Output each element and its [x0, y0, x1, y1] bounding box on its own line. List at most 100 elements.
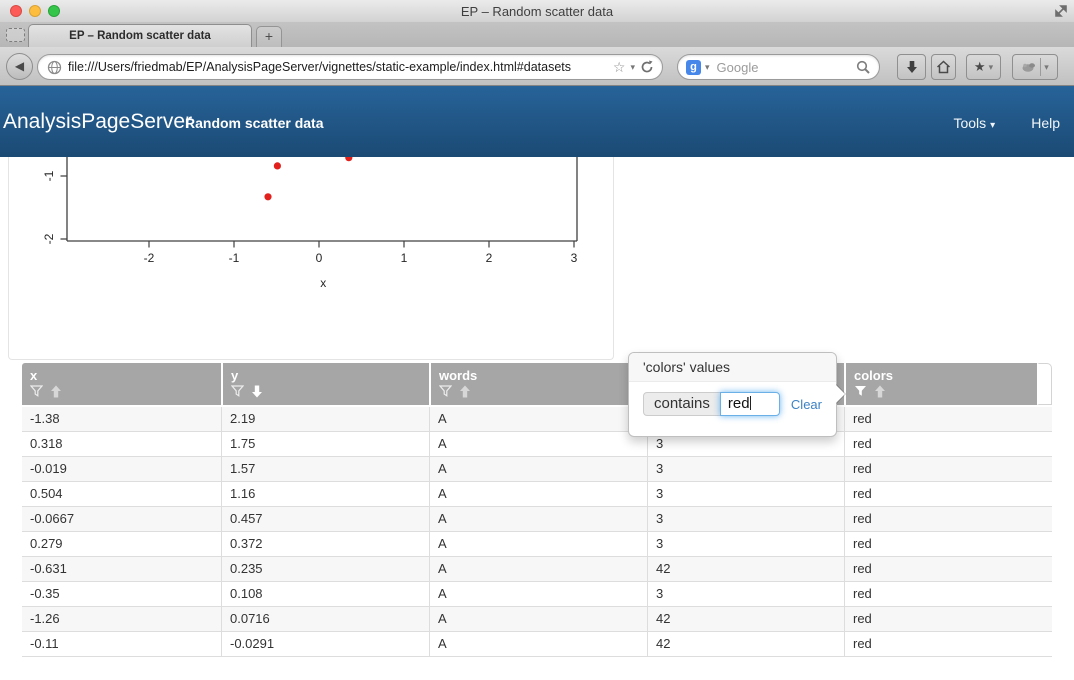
text-cursor — [750, 396, 751, 410]
url-bar[interactable]: file:///Users/friedmab/EP/AnalysisPageSe… — [37, 54, 663, 80]
filter-icon[interactable] — [439, 385, 452, 397]
browser-tab[interactable]: EP – Random scatter data — [28, 24, 252, 47]
cell: red — [844, 607, 1037, 631]
bookmark-star-icon[interactable]: ☆ — [613, 59, 626, 76]
back-button[interactable]: ◀ — [6, 53, 33, 80]
filter-icon[interactable] — [231, 385, 244, 397]
url-text[interactable]: file:///Users/friedmab/EP/AnalysisPageSe… — [68, 60, 608, 74]
cell: 0.0716 — [221, 607, 429, 631]
search-icon[interactable] — [856, 60, 871, 75]
cell: A — [429, 407, 647, 431]
row-spacer — [1037, 482, 1052, 506]
data-point — [274, 162, 281, 169]
column-header-y[interactable]: y — [221, 363, 429, 405]
svg-text:1: 1 — [401, 251, 408, 265]
header-spacer — [1037, 363, 1052, 405]
plot-panel: -2-10123-1-2x — [8, 157, 614, 360]
filter-icon[interactable] — [30, 385, 43, 397]
cell: A — [429, 532, 647, 556]
help-menu[interactable]: Help — [1031, 115, 1060, 131]
app-navbar: AnalysisPageServer Random scatter data T… — [0, 86, 1074, 157]
svg-text:-2: -2 — [144, 251, 155, 265]
sort-up-icon[interactable] — [50, 385, 62, 398]
window-titlebar[interactable]: EP – Random scatter data — [0, 0, 1074, 22]
addon-caret-icon[interactable]: ▾ — [1044, 62, 1049, 73]
url-dropdown-caret-icon[interactable]: ▾ — [630, 62, 635, 73]
google-favicon: g — [686, 60, 701, 75]
table-row: 0.5041.16A3red — [22, 482, 1052, 507]
downloads-button[interactable] — [897, 54, 926, 80]
column-header-colors[interactable]: colors — [844, 363, 1037, 405]
bookmarks-caret-icon: ▾ — [989, 62, 994, 73]
filter-popover: 'colors' values contains red Clear — [628, 352, 837, 437]
window-title: EP – Random scatter data — [0, 4, 1074, 19]
cell: 1.75 — [221, 432, 429, 456]
addon-button[interactable]: ▾ — [1012, 54, 1058, 80]
cell: -1.38 — [22, 407, 221, 431]
search-engine-caret-icon[interactable]: ▾ — [705, 62, 710, 73]
cell: 3 — [647, 582, 844, 606]
cell: red — [844, 632, 1037, 656]
bookmarks-button[interactable]: ★ ▾ — [966, 54, 1001, 80]
svg-text:0: 0 — [316, 251, 323, 265]
cell: red — [844, 507, 1037, 531]
search-input[interactable]: Google — [717, 60, 856, 75]
table-header-row: x y words colors — [22, 363, 1052, 405]
cell: -0.11 — [22, 632, 221, 656]
new-tab-button[interactable]: + — [256, 26, 282, 47]
download-icon — [905, 60, 919, 74]
cell: 42 — [647, 607, 844, 631]
app-brand[interactable]: AnalysisPageServer — [3, 110, 192, 134]
cell: red — [844, 407, 1037, 431]
table-row: -0.11-0.0291A42red — [22, 632, 1052, 657]
row-spacer — [1037, 407, 1052, 431]
cell: 0.235 — [221, 557, 429, 581]
sort-up-icon[interactable] — [459, 385, 471, 398]
fullscreen-icon[interactable] — [1054, 4, 1068, 18]
cell: red — [844, 482, 1037, 506]
cell: 0.457 — [221, 507, 429, 531]
cell: red — [844, 432, 1037, 456]
table-body: -1.382.19Ared0.3181.75A3red-0.0191.57A3r… — [22, 407, 1052, 657]
filter-operator-label: contains — [643, 392, 721, 416]
data-table: x y words colors -1.382.19Ared0.3181.75A… — [22, 363, 1052, 657]
column-header-words[interactable]: words — [429, 363, 647, 405]
clear-filter-link[interactable]: Clear — [791, 397, 822, 412]
sort-up-icon[interactable] — [874, 385, 886, 398]
cell: 3 — [647, 507, 844, 531]
cell: red — [844, 582, 1037, 606]
table-row: 0.2790.372A3red — [22, 532, 1052, 557]
data-point — [264, 193, 271, 200]
tools-menu[interactable]: Tools▾ — [953, 115, 995, 131]
reload-icon[interactable] — [640, 60, 654, 74]
cell: A — [429, 607, 647, 631]
cell: 42 — [647, 557, 844, 581]
tab-groups-button[interactable] — [6, 28, 25, 42]
page-content: AnalysisPageServer Random scatter data T… — [0, 86, 1074, 680]
filter-value-input[interactable]: red — [720, 392, 780, 416]
cell: A — [429, 557, 647, 581]
home-button[interactable] — [931, 54, 956, 80]
cell: 1.16 — [221, 482, 429, 506]
filter-icon[interactable] — [854, 385, 867, 397]
cell: A — [429, 632, 647, 656]
search-bar[interactable]: g ▾ Google — [677, 54, 880, 80]
column-header-x[interactable]: x — [22, 363, 221, 405]
cell: 3 — [647, 532, 844, 556]
tab-bar: EP – Random scatter data + — [0, 22, 1074, 47]
addon-icon — [1021, 61, 1037, 74]
cell: 0.318 — [22, 432, 221, 456]
cell: red — [844, 557, 1037, 581]
svg-text:3: 3 — [571, 251, 578, 265]
cell: red — [844, 457, 1037, 481]
row-spacer — [1037, 607, 1052, 631]
cell: 3 — [647, 457, 844, 481]
tools-caret-icon: ▾ — [990, 120, 995, 131]
svg-text:x: x — [320, 276, 326, 290]
sort-down-icon[interactable] — [251, 385, 263, 398]
popover-title: 'colors' values — [629, 353, 836, 382]
cell: 0.372 — [221, 532, 429, 556]
cell: -1.26 — [22, 607, 221, 631]
table-row: -0.06670.457A3red — [22, 507, 1052, 532]
row-spacer — [1037, 457, 1052, 481]
